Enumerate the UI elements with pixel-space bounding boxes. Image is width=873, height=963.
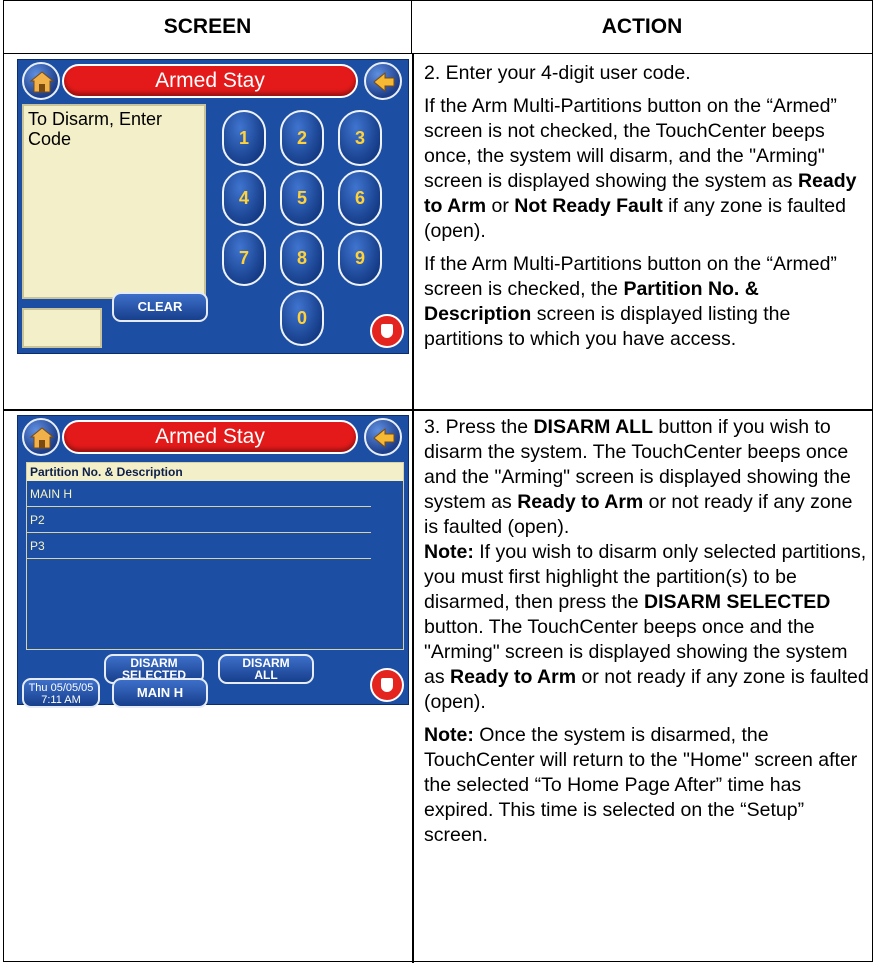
clear-button[interactable]: CLEAR [112, 292, 208, 322]
keypad-screen: Armed Stay To Disarm, Enter Code 1 2 3 4… [17, 59, 409, 354]
back-arrow-icon [373, 71, 395, 93]
partition-screen: Armed Stay Partition No. & Description M… [17, 415, 409, 708]
emergency-button[interactable] [370, 314, 404, 348]
screen-title: Armed Stay [62, 420, 358, 454]
key-9[interactable]: 9 [338, 230, 382, 286]
partition-row[interactable]: P2 [27, 509, 371, 533]
back-button[interactable] [364, 418, 402, 456]
home-button[interactable] [22, 418, 60, 456]
home-icon [29, 71, 55, 93]
step-3-instruction: 3. Press the DISARM ALL button if you wi… [424, 416, 853, 538]
back-button[interactable] [364, 62, 402, 100]
disarm-all-button[interactable]: DISARM ALL [218, 654, 314, 684]
key-0[interactable]: 0 [280, 290, 324, 346]
action-step-3: 3. Press the DISARM ALL button if you wi… [424, 415, 870, 856]
code-prompt-text: To Disarm, Enter Code [28, 109, 163, 149]
key-4[interactable]: 4 [222, 170, 266, 226]
partition-list-header: Partition No. & Description [27, 463, 403, 481]
partition-row[interactable]: P3 [27, 535, 371, 559]
step-3-note-selected: Note: If you wish to disarm only selecte… [424, 541, 869, 713]
key-8[interactable]: 8 [280, 230, 324, 286]
home-icon [29, 427, 55, 449]
key-6[interactable]: 6 [338, 170, 382, 226]
screen-title: Armed Stay [62, 64, 358, 98]
partition-select-button[interactable]: MAIN H [112, 678, 208, 708]
step-2-not-checked: If the Arm Multi-Partitions button on th… [424, 95, 857, 242]
home-button[interactable] [22, 62, 60, 100]
key-3[interactable]: 3 [338, 110, 382, 166]
step-2-instruction: 2. Enter your 4-digit user code. [424, 62, 691, 84]
key-5[interactable]: 5 [280, 170, 324, 226]
key-2[interactable]: 2 [280, 110, 324, 166]
action-step-2: 2. Enter your 4-digit user code. If the … [424, 61, 870, 360]
partition-list: Partition No. & Description MAIN H P2 P3 [26, 462, 404, 650]
partition-row[interactable]: MAIN H [27, 483, 371, 507]
column-divider [412, 54, 414, 963]
step-2-checked: If the Arm Multi-Partitions button on th… [424, 253, 837, 350]
instruction-table: SCREEN ACTION Armed Stay To Disarm, Ente… [3, 0, 873, 963]
column-header-screen: SCREEN [4, 1, 412, 54]
date-time-button[interactable]: Thu 05/05/05 7:11 AM [22, 678, 100, 708]
code-prompt-box: To Disarm, Enter Code [22, 104, 206, 299]
key-7[interactable]: 7 [222, 230, 266, 286]
step-3-note-home: Note: Once the system is disarmed, the T… [424, 724, 858, 846]
key-1[interactable]: 1 [222, 110, 266, 166]
emergency-button[interactable] [370, 668, 404, 702]
code-entry-field[interactable] [22, 308, 102, 348]
row-divider [4, 409, 872, 411]
column-header-action: ACTION [412, 1, 872, 54]
back-arrow-icon [373, 427, 395, 449]
